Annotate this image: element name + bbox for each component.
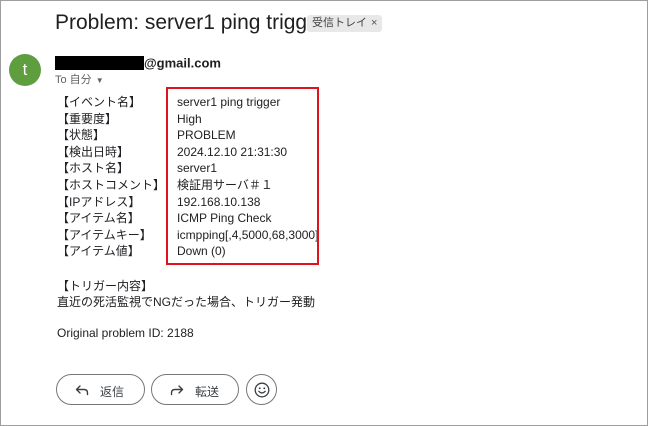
field-key: 【ホスト名】 bbox=[57, 161, 130, 176]
trigger-heading: 【トリガー内容】 bbox=[57, 279, 154, 293]
problem-id: Original problem ID: 2188 bbox=[57, 326, 194, 340]
sender-address[interactable]: @gmail.com bbox=[55, 54, 221, 70]
reply-arrow-icon bbox=[75, 385, 89, 396]
inbox-label-text: 受信トレイ bbox=[312, 17, 367, 29]
field-key: 【重要度】 bbox=[57, 111, 118, 126]
sender-domain: @gmail.com bbox=[144, 55, 221, 71]
highlight-box bbox=[166, 87, 319, 265]
smiley-icon bbox=[254, 382, 270, 398]
forward-label: 転送 bbox=[195, 385, 220, 399]
field-key: 【イベント名】 bbox=[57, 95, 142, 109]
field-key: 【IPアドレス】 bbox=[57, 194, 141, 209]
redacted-sender-name bbox=[55, 55, 144, 70]
field-key: 【状態】 bbox=[57, 128, 106, 143]
field-key: 【ホストコメント】 bbox=[57, 177, 166, 192]
sender-avatar[interactable]: t bbox=[9, 54, 41, 86]
email-subject: Problem: server1 ping trigger bbox=[55, 11, 326, 34]
inbox-label-chip[interactable]: 受信トレイ × bbox=[307, 15, 383, 32]
reply-button[interactable]: 返信 bbox=[56, 374, 145, 405]
forward-arrow-icon bbox=[170, 385, 184, 396]
remove-label-icon[interactable]: × bbox=[371, 17, 377, 29]
forward-button[interactable]: 転送 bbox=[151, 374, 239, 405]
field-key: 【アイテムキー】 bbox=[57, 227, 152, 242]
trigger-description: 直近の死活監視でNGだった場合、トリガー発動 bbox=[57, 295, 316, 309]
reply-label: 返信 bbox=[100, 385, 125, 399]
emoji-reaction-button[interactable] bbox=[246, 374, 277, 405]
caret-down-icon: ▼ bbox=[95, 76, 104, 85]
recipient-details-toggle[interactable]: To 自分 ▼ bbox=[55, 71, 104, 87]
recipient-text: To 自分 bbox=[55, 74, 92, 86]
field-key: 【アイテム値】 bbox=[57, 244, 140, 259]
field-key: 【アイテム名】 bbox=[57, 211, 140, 226]
field-key: 【検出日時】 bbox=[57, 144, 130, 159]
